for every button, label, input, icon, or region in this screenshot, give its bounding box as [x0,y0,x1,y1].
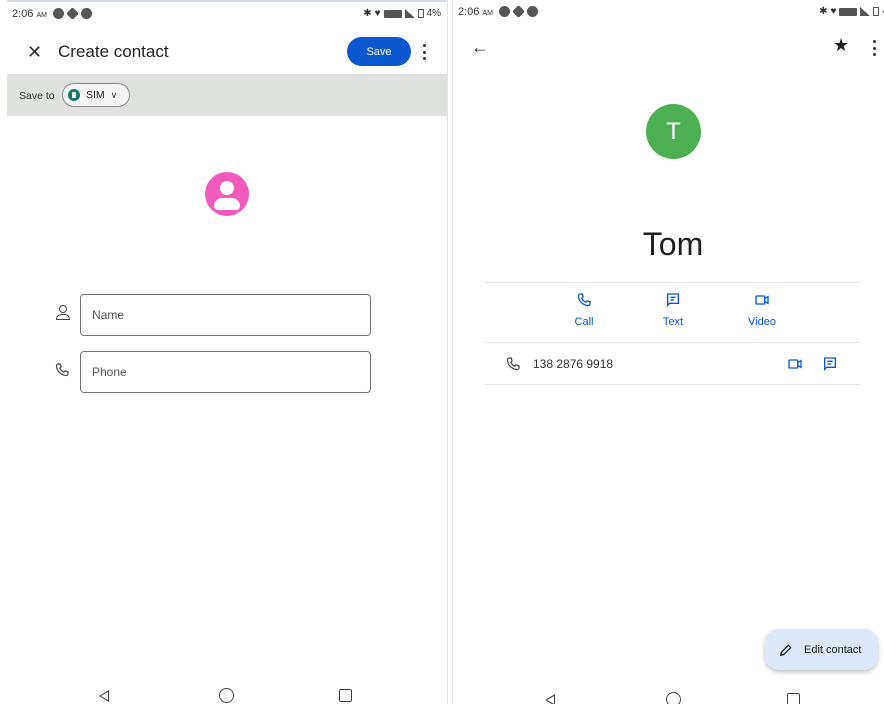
call-action-button[interactable]: Call [554,292,614,328]
save-to-bar: Save to SIM ∨ [7,74,447,116]
navigation-bar [7,688,447,704]
settings-notification-icon [512,5,525,18]
video-call-icon[interactable] [787,356,803,372]
status-time: 2:06 AM [12,8,47,20]
system-status: ✱ ♥ 4 [819,6,884,17]
page-title: Create contact [58,42,169,61]
notification-icons [53,7,92,20]
back-arrow-icon[interactable]: ← [471,37,489,58]
wifi-icon: ♥ [830,6,837,17]
volte-icon [839,7,858,16]
battery-icon [417,9,424,18]
more-options-icon[interactable] [872,40,876,56]
notification-icon [81,8,92,19]
text-label: Text [662,316,684,328]
message-icon[interactable] [822,356,838,372]
status-bar: 2:06 AM ✱ ♥ 4% [7,7,447,24]
video-action-button[interactable]: Video [732,292,792,328]
person-icon [55,305,71,321]
signal-icon [404,9,415,18]
battery-level: 4% [426,8,441,19]
home-nav-icon[interactable] [666,692,681,704]
phone-number[interactable]: 138 2876 9918 [533,357,613,371]
more-options-icon[interactable] [422,44,426,60]
recents-nav-icon[interactable] [339,689,352,702]
phone-icon [506,357,520,371]
divider [485,282,860,283]
notification-icon [499,6,510,17]
contact-avatar: T [646,104,701,159]
star-icon[interactable]: ★ [833,35,849,56]
phone-icon [577,293,591,307]
bluetooth-icon: ✱ [819,6,828,17]
recents-nav-icon[interactable] [787,693,800,704]
add-photo-avatar[interactable] [205,172,249,216]
close-icon[interactable]: ✕ [27,42,42,63]
divider [485,384,860,385]
status-bar: 2:06 AM ✱ ♥ 4 [453,5,884,22]
navigation-bar [453,690,884,704]
account-selector-chip[interactable]: SIM ∨ [62,83,130,107]
create-contact-screen: 2:06 AM ✱ ♥ 4% ✕ Create contact Save Sav… [7,0,447,704]
signal-icon [860,7,871,16]
chevron-down-icon: ∨ [110,89,118,100]
wifi-icon: ♥ [374,8,381,19]
notification-icons [499,5,538,18]
account-label: SIM [86,89,105,101]
call-label: Call [574,316,594,328]
notification-icon [527,6,538,17]
phone-field[interactable] [80,351,371,393]
message-icon [667,293,679,307]
notification-icon [53,8,64,19]
edit-contact-label: Edit contact [804,643,862,656]
system-status: ✱ ♥ 4% [363,8,441,19]
battery-icon [873,7,880,16]
save-to-label: Save to [19,90,55,102]
sim-card-icon [68,89,80,101]
settings-notification-icon [66,7,79,20]
edit-contact-button[interactable]: Edit contact [765,629,878,670]
pencil-icon [779,643,792,656]
bluetooth-icon: ✱ [363,8,372,19]
home-nav-icon[interactable] [219,688,234,703]
text-action-button[interactable]: Text [643,292,703,328]
status-time: 2:06 AM [458,6,493,18]
save-button[interactable]: Save [347,37,411,66]
contact-detail-screen: 2:06 AM ✱ ♥ 4 ← ★ T Tom Call Text [453,0,884,704]
video-label: Video [748,316,776,328]
phone-icon [55,363,69,377]
name-field[interactable] [80,294,371,336]
volte-icon [383,9,402,18]
video-icon [755,295,769,305]
divider [485,342,860,343]
back-nav-icon[interactable] [99,690,109,702]
contact-name: Tom [642,226,704,262]
back-nav-icon[interactable] [545,694,555,704]
